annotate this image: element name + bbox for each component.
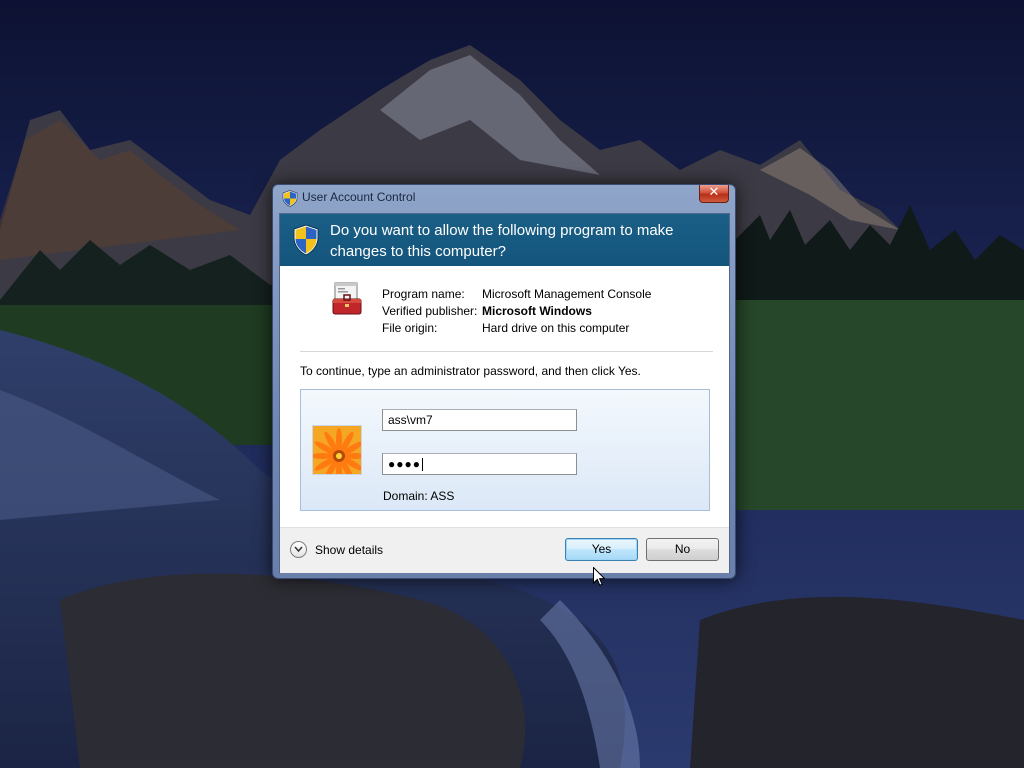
dialog-footer: Show details Yes No — [280, 527, 729, 573]
orange-flower-avatar — [313, 426, 361, 474]
close-icon: ✕ — [708, 185, 720, 200]
management-console-toolbox-icon — [332, 282, 362, 315]
publisher-row: Verified publisher: Microsoft Windows — [382, 303, 651, 320]
prompt-header: Do you want to allow the following progr… — [280, 214, 729, 266]
divider — [300, 351, 713, 352]
uac-shield-icon — [293, 224, 319, 256]
program-name-label: Program name: — [382, 287, 465, 301]
program-name-row: Program name: Microsoft Management Consol… — [382, 286, 651, 303]
text-caret — [422, 458, 423, 472]
password-mask: ●●●● — [388, 457, 421, 471]
credential-tile: ass\vm7 ●●●● Domain: ASS — [300, 389, 710, 511]
password-field[interactable]: ●●●● — [382, 453, 577, 475]
uac-dialog: User Account Control ✕ Do you want to al… — [272, 184, 736, 579]
no-button[interactable]: No — [646, 538, 719, 561]
yes-button[interactable]: Yes — [565, 538, 638, 561]
username-field[interactable]: ass\vm7 — [382, 409, 577, 431]
domain-label: Domain: ASS — [383, 489, 455, 503]
show-details-label: Show details — [315, 543, 384, 557]
title-bar[interactable]: User Account Control ✕ — [273, 185, 735, 211]
uac-shield-small-icon — [282, 190, 298, 207]
chevron-down-icon — [290, 541, 307, 558]
user-avatar — [312, 425, 362, 475]
program-name-value: Microsoft Management Console — [482, 287, 652, 301]
publisher-value: Microsoft Windows — [482, 304, 592, 318]
instruction-text: To continue, type an administrator passw… — [300, 364, 641, 378]
file-origin-label: File origin: — [382, 321, 438, 335]
publisher-label: Verified publisher: — [382, 304, 478, 318]
prompt-question: Do you want to allow the following progr… — [330, 222, 674, 260]
close-button[interactable]: ✕ — [699, 185, 729, 203]
window-title: User Account Control — [302, 190, 416, 204]
file-origin-value: Hard drive on this computer — [482, 321, 630, 335]
program-info: Program name: Microsoft Management Consol… — [382, 286, 651, 337]
dialog-client-area: Do you want to allow the following progr… — [279, 213, 730, 573]
mouse-pointer-icon — [593, 567, 605, 586]
file-origin-row: File origin: Hard drive on this computer — [382, 320, 651, 337]
